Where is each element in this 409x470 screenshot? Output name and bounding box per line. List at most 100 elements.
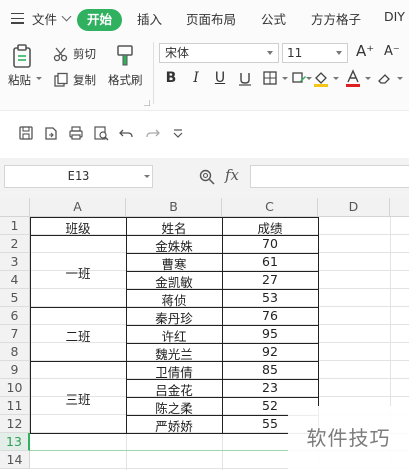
font-name-select[interactable]: 宋体 xyxy=(159,43,279,63)
row-header-12[interactable]: 12 xyxy=(0,415,30,433)
score-cell: 92 xyxy=(262,344,278,359)
score-cell: 76 xyxy=(262,308,278,323)
row-header-7[interactable]: 7 xyxy=(0,325,30,343)
cell-reference: E13 xyxy=(67,169,90,183)
score-cell: 70 xyxy=(262,236,278,251)
format-painter-button[interactable]: 格式刷 xyxy=(108,72,143,88)
class-merged-cell: 二班 xyxy=(65,329,91,344)
column-header-a[interactable]: A xyxy=(30,198,126,217)
clear-format-icon[interactable] xyxy=(376,70,392,86)
tab-insert[interactable]: 插入 xyxy=(137,9,162,28)
row-header-4[interactable]: 4 xyxy=(0,271,30,289)
row-header-5[interactable]: 5 xyxy=(0,289,30,307)
table-border xyxy=(126,271,319,272)
menu-hamburger-icon[interactable] xyxy=(11,13,24,24)
fill-color-icon[interactable] xyxy=(312,69,330,87)
font-color-icon[interactable] xyxy=(345,69,361,87)
score-cell: 23 xyxy=(262,380,278,395)
row-header-1[interactable]: 1 xyxy=(0,217,30,235)
score-cell: 53 xyxy=(262,290,278,305)
table-border xyxy=(126,379,319,380)
table-border xyxy=(30,307,319,308)
name-box[interactable]: E13 xyxy=(4,165,153,188)
row-header-2[interactable]: 2 xyxy=(0,235,30,253)
cut-button[interactable]: 剪切 xyxy=(73,46,96,62)
tab-start[interactable]: 开始 xyxy=(77,9,122,31)
undo-icon[interactable] xyxy=(118,125,134,141)
dialog-launcher-icon[interactable] xyxy=(144,100,150,106)
cell-style-icon[interactable] xyxy=(291,70,307,86)
watermark-text: 软件技巧 xyxy=(288,406,409,470)
score-cell: 95 xyxy=(262,326,278,341)
row-header-6[interactable]: 6 xyxy=(0,307,30,325)
ribbon-separator xyxy=(153,42,154,104)
class-merged-cell: 一班 xyxy=(65,266,91,281)
quick-access-toolbar xyxy=(0,110,409,158)
column-header-e[interactable] xyxy=(390,198,409,217)
table-border xyxy=(30,235,319,236)
tab-formula[interactable]: 公式 xyxy=(261,9,286,28)
copy-button[interactable]: 复制 xyxy=(73,72,96,88)
row-header-13[interactable]: 13 xyxy=(0,433,30,451)
score-cell: 27 xyxy=(262,272,278,287)
row-header-11[interactable]: 11 xyxy=(0,397,30,415)
fill-color-dropdown-icon[interactable] xyxy=(333,77,339,80)
row-header-8[interactable]: 8 xyxy=(0,343,30,361)
row-header-14[interactable]: 14 xyxy=(0,451,30,469)
scissors-icon[interactable] xyxy=(53,46,69,62)
table-border xyxy=(126,397,319,398)
chevron-down-icon[interactable] xyxy=(61,11,72,22)
clear-format-dropdown-icon[interactable] xyxy=(397,77,403,80)
font-size-value: 11 xyxy=(287,46,303,60)
table-border xyxy=(30,433,319,434)
underline-button[interactable]: U xyxy=(212,70,228,86)
copy-icon[interactable] xyxy=(53,72,69,88)
font-name-value: 宋体 xyxy=(165,46,190,60)
font-color-dropdown-icon[interactable] xyxy=(365,77,371,80)
chevron-down-icon xyxy=(267,51,273,55)
column-header-b[interactable]: B xyxy=(126,198,222,217)
italic-button[interactable]: I xyxy=(188,70,204,86)
customize-toolbar-icon[interactable] xyxy=(170,125,186,141)
table-border xyxy=(30,361,319,362)
paste-button[interactable]: 粘贴 xyxy=(8,72,31,88)
formula-bar: E13 fx xyxy=(0,158,409,198)
class-merged-cell: 三班 xyxy=(65,392,91,407)
score-cell: 85 xyxy=(262,362,278,377)
row-header-10[interactable]: 10 xyxy=(0,379,30,397)
print-preview-icon[interactable] xyxy=(93,125,109,141)
table-border xyxy=(126,343,319,344)
column-header-c[interactable]: C xyxy=(222,198,318,217)
grow-font-button[interactable]: A⁺ xyxy=(356,42,374,60)
formula-input[interactable] xyxy=(250,165,409,188)
redo-icon[interactable] xyxy=(145,125,161,141)
table-border xyxy=(126,253,319,254)
select-all-corner[interactable] xyxy=(0,198,30,217)
format-painter-icon[interactable] xyxy=(114,43,136,69)
insert-function-button[interactable]: fx xyxy=(225,166,239,184)
zoom-search-icon[interactable] xyxy=(198,168,216,186)
row-header-3[interactable]: 3 xyxy=(0,253,30,271)
save-icon[interactable] xyxy=(18,125,34,141)
font-size-select[interactable]: 11 xyxy=(282,43,348,63)
table-border xyxy=(126,289,319,290)
border-dropdown-icon[interactable] xyxy=(282,77,288,80)
border-icon[interactable] xyxy=(262,70,278,86)
table-border xyxy=(30,217,319,218)
name-box-dropdown-icon[interactable] xyxy=(144,175,150,178)
row-header-9[interactable]: 9 xyxy=(0,361,30,379)
score-cell: 61 xyxy=(262,254,278,269)
bold-button[interactable]: B xyxy=(163,70,179,86)
export-icon[interactable] xyxy=(43,125,59,141)
tab-fangfang[interactable]: 方方格子 xyxy=(311,9,361,28)
shrink-font-button[interactable]: A⁻ xyxy=(384,44,400,59)
column-header-d[interactable]: D xyxy=(318,198,390,217)
tab-page-layout[interactable]: 页面布局 xyxy=(186,9,236,28)
tab-diy[interactable]: DIY xyxy=(384,9,405,24)
paste-icon[interactable] xyxy=(10,43,36,69)
chevron-down-icon xyxy=(336,51,342,55)
strikethrough-icon[interactable] xyxy=(237,70,253,86)
paste-dropdown-icon[interactable] xyxy=(36,77,42,80)
print-icon[interactable] xyxy=(68,125,84,141)
menu-file[interactable]: 文件 xyxy=(32,9,57,28)
